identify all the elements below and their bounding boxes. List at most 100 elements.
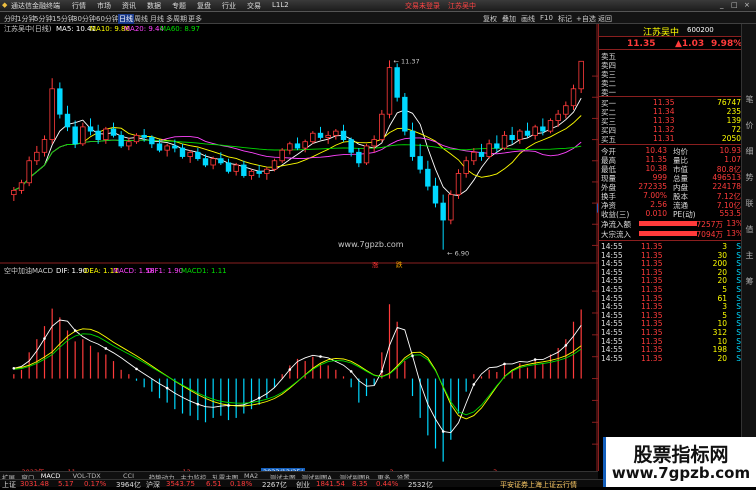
candle-body[interactable] xyxy=(432,185,439,204)
menu-trade[interactable]: 交易 xyxy=(247,1,261,11)
candle-body[interactable] xyxy=(294,143,301,149)
period-more[interactable]: 更多 xyxy=(188,14,202,24)
candle-body[interactable] xyxy=(348,139,354,153)
candle-body[interactable] xyxy=(179,147,186,157)
trade-login-status[interactable]: 交易未登录 xyxy=(405,1,440,11)
candle-body[interactable] xyxy=(563,105,569,115)
candle-body[interactable] xyxy=(325,134,331,138)
side-tab-trend[interactable]: 势 xyxy=(744,172,755,183)
candle-body[interactable] xyxy=(371,139,377,147)
side-tab-value[interactable]: 值 xyxy=(744,224,755,235)
period-tab[interactable]: 多周期 xyxy=(166,14,187,24)
candle-body[interactable] xyxy=(555,113,561,121)
candle-body[interactable] xyxy=(49,88,55,140)
candle-body[interactable] xyxy=(210,158,216,166)
buy-level[interactable]: 买五 11.31 2050 xyxy=(599,134,745,144)
candle-body[interactable] xyxy=(448,194,454,221)
candle-body[interactable] xyxy=(509,134,515,140)
maximize-icon[interactable]: □ xyxy=(731,1,738,9)
candle-body[interactable] xyxy=(340,130,347,140)
candle-body[interactable] xyxy=(317,132,324,138)
side-tab-ticks[interactable]: 笔 xyxy=(744,94,755,105)
side-tab-related[interactable]: 联 xyxy=(744,198,755,209)
mark-button[interactable]: 标记 xyxy=(558,14,572,24)
side-tab-detail[interactable]: 细 xyxy=(744,146,755,157)
menu-l1l2[interactable]: L1L2 xyxy=(272,1,289,9)
candle-body[interactable] xyxy=(471,151,477,162)
candle-body[interactable] xyxy=(302,141,308,149)
candle-body[interactable] xyxy=(386,67,393,115)
menu-topics[interactable]: 专题 xyxy=(172,1,186,11)
candle-body[interactable] xyxy=(80,126,86,145)
candle-body[interactable] xyxy=(271,160,278,170)
candle-body[interactable] xyxy=(41,139,48,153)
candle-body[interactable] xyxy=(218,158,224,164)
candle-body[interactable] xyxy=(72,126,78,145)
period-tab[interactable]: 周线 xyxy=(134,14,148,24)
candle-body[interactable] xyxy=(156,143,163,151)
candle-body[interactable] xyxy=(501,134,508,149)
menu-industry[interactable]: 行业 xyxy=(222,1,236,11)
candle-body[interactable] xyxy=(87,126,94,132)
period-tab-active[interactable]: 日线 xyxy=(118,14,134,24)
candle-body[interactable] xyxy=(463,160,469,174)
candle-body[interactable] xyxy=(547,120,554,132)
kline-chart-svg[interactable]: 江苏吴中(日线) MA5: 10.41 MA10: 9.86 MA20: 9.4… xyxy=(0,24,626,476)
period-tab[interactable]: 1分钟 xyxy=(17,14,35,24)
candle-body[interactable] xyxy=(233,164,239,172)
candle-body[interactable] xyxy=(133,134,140,143)
candle-body[interactable] xyxy=(118,134,124,147)
candle-body[interactable] xyxy=(540,126,546,132)
candle-body[interactable] xyxy=(440,202,446,221)
draw-line-button[interactable]: 画线 xyxy=(521,14,535,24)
candle-body[interactable] xyxy=(578,60,584,90)
candle-body[interactable] xyxy=(195,151,201,160)
menu-news[interactable]: 资讯 xyxy=(122,1,136,11)
candle-body[interactable] xyxy=(333,130,339,136)
candle-body[interactable] xyxy=(164,145,170,151)
side-tab-chips[interactable]: 筹 xyxy=(744,276,755,287)
candle-body[interactable] xyxy=(57,88,63,115)
restore-right-button[interactable]: 复权 xyxy=(483,14,497,24)
candle-body[interactable] xyxy=(409,130,416,157)
candle-body[interactable] xyxy=(494,143,500,149)
candle-body[interactable] xyxy=(532,126,538,136)
candle-body[interactable] xyxy=(402,96,408,132)
candle-body[interactable] xyxy=(517,130,523,140)
candle-body[interactable] xyxy=(64,113,71,128)
candle-body[interactable] xyxy=(202,158,209,166)
candle-body[interactable] xyxy=(110,128,117,136)
candle-body[interactable] xyxy=(225,162,232,172)
menu-replay[interactable]: 复盘 xyxy=(197,1,211,11)
chart-area[interactable]: 江苏吴中(日线) MA5: 10.41 MA10: 9.86 MA20: 9.4… xyxy=(0,24,626,476)
candle-body[interactable] xyxy=(241,164,247,176)
menu-quotes[interactable]: 行情 xyxy=(72,1,86,11)
candle-body[interactable] xyxy=(256,170,262,174)
candle-body[interactable] xyxy=(103,128,109,140)
candle-body[interactable] xyxy=(417,156,423,170)
candle-body[interactable] xyxy=(95,130,101,140)
candle-body[interactable] xyxy=(478,151,485,157)
side-tab-main[interactable]: 主 xyxy=(744,250,755,261)
candle-body[interactable] xyxy=(26,160,32,184)
period-tab[interactable]: 5分钟 xyxy=(34,14,52,24)
candle-body[interactable] xyxy=(287,143,293,151)
candle-body[interactable] xyxy=(248,170,255,176)
candle-body[interactable] xyxy=(310,132,316,143)
status-news[interactable]: 平安证券上海上证云行情 xyxy=(500,480,577,490)
candle-body[interactable] xyxy=(149,137,155,145)
candle-body[interactable] xyxy=(126,141,132,147)
candle-body[interactable] xyxy=(363,145,370,164)
candle-body[interactable] xyxy=(486,143,492,157)
candle-body[interactable] xyxy=(279,149,285,162)
candle-body[interactable] xyxy=(394,67,400,98)
candle-body[interactable] xyxy=(524,130,531,136)
candle-body[interactable] xyxy=(11,189,17,196)
candle-body[interactable] xyxy=(34,151,40,162)
candle-body[interactable] xyxy=(356,151,362,164)
back-button[interactable]: 返回 xyxy=(598,14,612,24)
period-tab[interactable]: 60分钟 xyxy=(96,14,119,24)
minimize-icon[interactable]: _ xyxy=(720,1,724,9)
candle-body[interactable] xyxy=(172,145,178,149)
candle-body[interactable] xyxy=(264,168,270,174)
